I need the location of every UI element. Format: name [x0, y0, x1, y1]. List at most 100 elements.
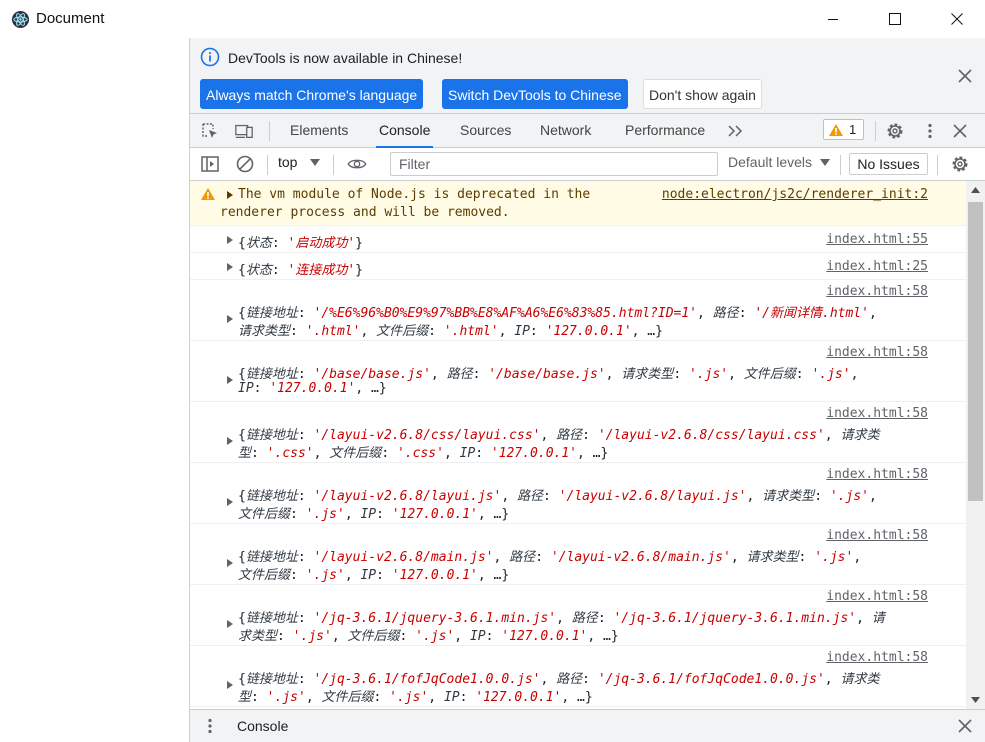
- source-link[interactable]: index.html:25: [826, 259, 928, 274]
- log-object-line: {链接地址: '/layui-v2.6.8/main.js', 路径: '/la…: [238, 550, 862, 565]
- drawer-menu-icon[interactable]: [200, 716, 220, 736]
- devtools-main-toolbar: Elements Console Sources Network Perform…: [190, 114, 985, 148]
- console-log-message[interactable]: index.html:58 {链接地址: '/layui-v2.6.8/main.…: [190, 524, 966, 585]
- expand-triangle-icon[interactable]: [227, 263, 233, 271]
- warning-text-line: The vm module of Node.js is deprecated i…: [238, 187, 591, 202]
- language-infobar: DevTools is now available in Chinese! Al…: [190, 38, 985, 114]
- warning-text-line: renderer process and will be removed.: [220, 205, 510, 220]
- page-content: [0, 38, 190, 742]
- tab-console[interactable]: Console: [376, 114, 434, 148]
- log-object-line: 求类型: '.js', 文件后缀: '.js', IP: '127.0.0.1'…: [238, 629, 619, 644]
- close-window-button[interactable]: [935, 4, 979, 34]
- info-icon: [200, 47, 220, 67]
- log-object-line: {链接地址: '/layui-v2.6.8/css/layui.css', 路径…: [238, 428, 880, 443]
- dont-show-again-button[interactable]: Don't show again: [643, 79, 762, 109]
- scroll-up-arrow-icon[interactable]: [971, 187, 980, 193]
- log-object-line: 请求类型: '.html', 文件后缀: '.html', IP: '127.0…: [238, 324, 663, 339]
- tab-network[interactable]: Network: [537, 114, 594, 147]
- scrollbar-thumb[interactable]: [968, 202, 983, 501]
- minimize-button[interactable]: [811, 4, 855, 34]
- live-expression-eye-icon[interactable]: [347, 154, 367, 174]
- warning-icon: [829, 124, 843, 136]
- expand-triangle-icon[interactable]: [227, 437, 233, 445]
- console-messages: The vm module of Node.js is deprecated i…: [190, 181, 966, 709]
- source-link[interactable]: node:electron/js2c/renderer_init:2: [662, 187, 928, 202]
- toggle-sidebar-icon[interactable]: [200, 154, 220, 174]
- source-link[interactable]: index.html:58: [826, 345, 928, 360]
- source-link[interactable]: index.html:58: [826, 528, 928, 543]
- expand-triangle-icon[interactable]: [227, 376, 233, 384]
- log-object-line: {链接地址: '/jq-3.6.1/jquery-3.6.1.min.js', …: [238, 611, 885, 626]
- issues-button[interactable]: No Issues: [849, 153, 928, 175]
- log-object-line: {状态: '启动成功'}: [238, 236, 363, 251]
- console-log-message[interactable]: index.html:58 {链接地址: '/base/base.js', 路径:…: [190, 341, 966, 402]
- chevron-down-icon: [820, 159, 830, 166]
- log-object-line: {状态: '连接成功'}: [238, 263, 363, 278]
- console-filter-bar: top Default levels No Issues: [190, 148, 985, 181]
- tab-sources[interactable]: Sources: [457, 114, 514, 147]
- expand-triangle-icon[interactable]: [227, 681, 233, 689]
- console-log-message[interactable]: index.html:58 {链接地址: '/jq-3.6.1/jquery-3.…: [190, 585, 966, 646]
- maximize-button[interactable]: [873, 4, 917, 34]
- console-settings-gear-icon[interactable]: [950, 154, 970, 174]
- scroll-down-arrow-icon[interactable]: [971, 697, 980, 703]
- console-log-message[interactable]: index.html:55 {状态: '启动成功'}: [190, 226, 966, 253]
- expand-triangle-icon[interactable]: [227, 191, 233, 199]
- source-link[interactable]: index.html:58: [826, 467, 928, 482]
- toolbar-divider: [267, 155, 268, 175]
- tab-elements[interactable]: Elements: [287, 114, 351, 147]
- device-toolbar-icon[interactable]: [234, 121, 254, 141]
- kebab-menu-icon[interactable]: [920, 121, 940, 141]
- log-levels-dropdown[interactable]: Default levels: [728, 154, 812, 170]
- console-warning-message[interactable]: The vm module of Node.js is deprecated i…: [190, 181, 966, 226]
- settings-gear-icon[interactable]: [885, 121, 905, 141]
- source-link[interactable]: index.html:58: [826, 650, 928, 665]
- source-link[interactable]: index.html:58: [826, 284, 928, 299]
- console-log-message[interactable]: index.html:58 {链接地址: '/layui-v2.6.8/css/l…: [190, 402, 966, 463]
- clear-console-icon[interactable]: [235, 154, 255, 174]
- minimize-icon: [828, 19, 838, 20]
- filter-input[interactable]: [390, 152, 718, 176]
- electron-logo-icon: [11, 10, 30, 29]
- expand-triangle-icon[interactable]: [227, 236, 233, 244]
- window-titlebar: Document: [0, 0, 985, 38]
- console-log-message[interactable]: index.html:58 {链接地址: '/jq-3.6.1/fofJqCode…: [190, 646, 966, 707]
- log-object-line: 型: '.js', 文件后缀: '.js', IP: '127.0.0.1', …: [238, 690, 593, 705]
- log-object-line: 型: '.css', 文件后缀: '.css', IP: '127.0.0.1'…: [238, 446, 609, 461]
- always-match-language-button[interactable]: Always match Chrome's language: [200, 79, 424, 109]
- drawer-tab-console[interactable]: Console: [237, 718, 288, 734]
- close-infobar-icon[interactable]: [957, 68, 973, 84]
- chevron-down-icon: [310, 159, 320, 166]
- log-object-line: IP: '127.0.0.1', …}: [238, 381, 387, 396]
- console-log-message[interactable]: index.html:58 {链接地址: '/%E6%96%B0%E9%97%BB…: [190, 280, 966, 341]
- window-title: Document: [36, 10, 105, 27]
- context-selector[interactable]: top: [278, 154, 297, 170]
- tab-performance[interactable]: Performance: [622, 114, 708, 147]
- expand-triangle-icon[interactable]: [227, 498, 233, 506]
- close-devtools-icon[interactable]: [950, 121, 970, 141]
- log-object-line: {链接地址: '/layui-v2.6.8/layui.js', 路径: '/l…: [238, 489, 877, 504]
- close-icon: [951, 13, 963, 25]
- expand-triangle-icon[interactable]: [227, 620, 233, 628]
- console-log-message[interactable]: index.html:25 {状态: '连接成功'}: [190, 253, 966, 280]
- source-link[interactable]: index.html:55: [826, 232, 928, 247]
- switch-to-chinese-button[interactable]: Switch DevTools to Chinese: [442, 79, 628, 109]
- more-tabs-chevron-icon[interactable]: [726, 121, 746, 141]
- warning-count: 1: [849, 122, 857, 137]
- source-link[interactable]: index.html:58: [826, 406, 928, 421]
- log-object-line: {链接地址: '/%E6%96%B0%E9%97%BB%E8%AF%A6%E6%…: [238, 306, 877, 321]
- log-object-line: {链接地址: '/base/base.js', 路径: '/base/base.…: [238, 367, 859, 382]
- devtools-drawer: Console: [190, 709, 985, 742]
- console-log-message[interactable]: index.html:58 {链接地址: '/layui-v2.6.8/layui…: [190, 463, 966, 524]
- toolbar-divider: [840, 155, 841, 175]
- close-drawer-icon[interactable]: [955, 716, 975, 736]
- expand-triangle-icon[interactable]: [227, 559, 233, 567]
- expand-triangle-icon[interactable]: [227, 315, 233, 323]
- toolbar-divider: [269, 121, 270, 141]
- inspect-element-icon[interactable]: [200, 121, 220, 141]
- warnings-badge[interactable]: 1: [823, 119, 864, 140]
- log-object-line: 文件后缀: '.js', IP: '127.0.0.1', …}: [238, 507, 510, 522]
- source-link[interactable]: index.html:58: [826, 589, 928, 604]
- console-scrollbar[interactable]: [966, 181, 985, 709]
- log-object-line: {链接地址: '/jq-3.6.1/fofJqCode1.0.0.js', 路径…: [238, 672, 880, 687]
